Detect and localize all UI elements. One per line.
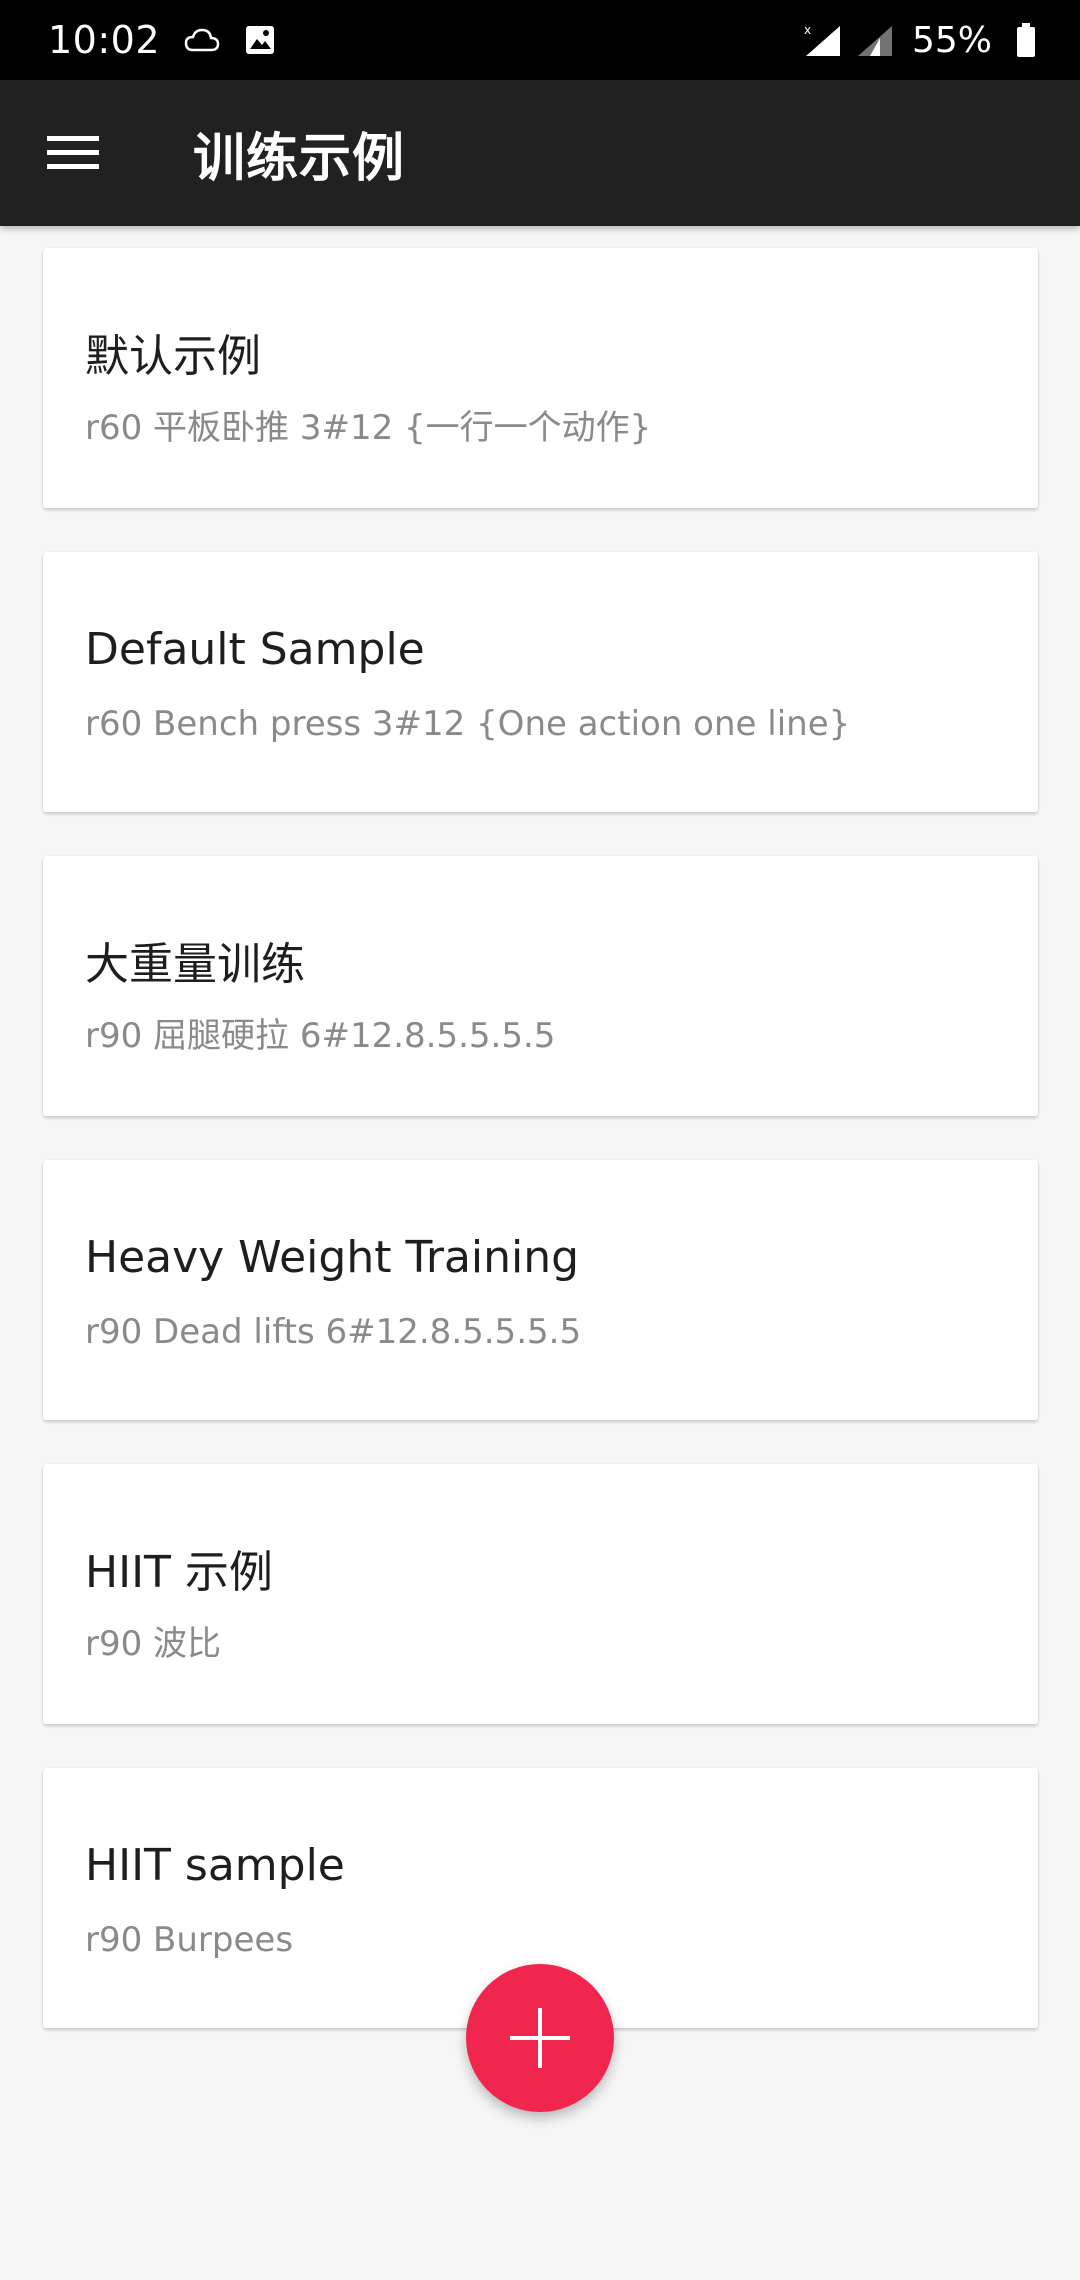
- status-bar: 10:02 x 55%: [0, 0, 1080, 80]
- list-item-card[interactable]: Heavy Weight Training r90 Dead lifts 6#1…: [43, 1160, 1038, 1420]
- image-icon: [246, 26, 275, 54]
- battery-percentage: 55%: [911, 19, 992, 61]
- wifi-icon: x: [804, 23, 840, 56]
- status-right: x 55%: [790, 20, 1036, 61]
- svg-text:x: x: [804, 23, 811, 37]
- card-subtitle: r60 Bench press 3#12 {One action one lin…: [85, 704, 851, 744]
- card-title: 大重量训练: [85, 939, 305, 990]
- card-title: HIIT sample: [85, 1840, 345, 1891]
- battery-icon: [1017, 23, 1035, 57]
- status-left: 10:02: [48, 18, 276, 62]
- card-title: Default Sample: [85, 624, 425, 675]
- plus-icon: [510, 2008, 570, 2068]
- card-title: Heavy Weight Training: [85, 1232, 580, 1283]
- hamburger-menu-icon: [47, 136, 99, 169]
- list-item-card[interactable]: 大重量训练 r90 屈腿硬拉 6#12.8.5.5.5.5: [43, 856, 1038, 1116]
- list-item-card[interactable]: Default Sample r60 Bench press 3#12 {One…: [43, 552, 1038, 812]
- card-subtitle: r90 Dead lifts 6#12.8.5.5.5.5: [85, 1312, 582, 1352]
- list-item-card[interactable]: 默认示例 r60 平板卧推 3#12 {一行一个动作}: [43, 248, 1038, 508]
- card-title: HIIT 示例: [85, 1547, 273, 1598]
- add-button[interactable]: [466, 1964, 614, 2112]
- cloud-icon: [184, 28, 220, 52]
- list-item-card[interactable]: HIIT 示例 r90 波比: [43, 1464, 1038, 1724]
- card-subtitle: r60 平板卧推 3#12 {一行一个动作}: [85, 408, 652, 448]
- app-bar: 训练示例: [0, 80, 1080, 226]
- page-title: 训练示例: [193, 128, 406, 189]
- card-subtitle: r90 Burpees: [85, 1920, 294, 1960]
- card-subtitle: r90 波比: [85, 1624, 222, 1664]
- menu-button[interactable]: [37, 117, 109, 189]
- signal-icon: [857, 26, 892, 56]
- status-time: 10:02: [48, 18, 161, 62]
- card-title: 默认示例: [85, 331, 261, 382]
- card-subtitle: r90 屈腿硬拉 6#12.8.5.5.5.5: [85, 1016, 556, 1056]
